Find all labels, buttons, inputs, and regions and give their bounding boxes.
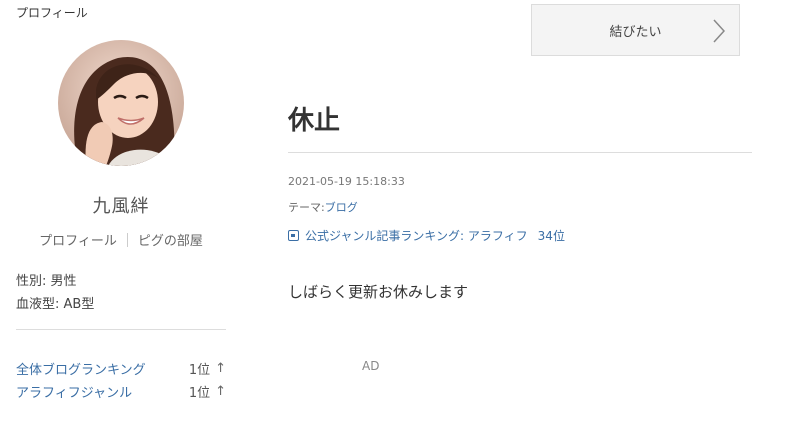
profile-link[interactable]: プロフィール bbox=[39, 230, 117, 249]
ranking-text[interactable]: 公式ジャンル記事ランキング: アラフィフ bbox=[305, 227, 528, 244]
post-theme: テーマ:ブログ bbox=[288, 199, 358, 215]
chevron-right-icon bbox=[713, 19, 726, 47]
follow-button-label: 結びたい bbox=[609, 24, 662, 40]
ranking-value: 1位 ↑ bbox=[189, 382, 226, 401]
ranking-row-overall: 全体ブログランキング 1位 ↑ bbox=[16, 359, 226, 378]
gender-info: 性別: 男性 bbox=[16, 274, 77, 289]
theme-link[interactable]: ブログ bbox=[325, 201, 358, 214]
follow-button[interactable]: 結びたい bbox=[531, 4, 740, 56]
ranking-position: 1位 bbox=[188, 386, 211, 401]
theme-prefix: テーマ: bbox=[288, 201, 325, 214]
profile-section-label: プロフィール bbox=[16, 6, 88, 20]
profile-name: 九風絆 bbox=[92, 196, 150, 217]
ranking-icon bbox=[288, 230, 299, 241]
blood-type-info: 血液型: AB型 bbox=[16, 297, 95, 312]
ranking-position: 1位 bbox=[188, 363, 211, 378]
avatar[interactable] bbox=[58, 40, 184, 166]
ranking-label[interactable]: 全体ブログランキング bbox=[16, 359, 146, 378]
ranking-row-genre: アラフィフジャンル 1位 ↑ bbox=[16, 382, 226, 401]
ranking-value: 1位 ↑ bbox=[189, 359, 226, 378]
ranking-rank: 34位 bbox=[537, 229, 565, 243]
arrow-up-icon: ↑ bbox=[215, 361, 226, 376]
sidebar-divider bbox=[16, 329, 226, 330]
post-date: 2021-05-19 15:18:33 bbox=[288, 175, 405, 188]
title-divider bbox=[288, 152, 752, 153]
post-ranking[interactable]: 公式ジャンル記事ランキング: アラフィフ 34位 bbox=[288, 227, 565, 244]
blog-page: プロフィール 九風絆 プロフィール ピグの部屋 性別: 男性 血液型: AB型 … bbox=[0, 0, 800, 429]
link-separator bbox=[126, 232, 128, 247]
pigg-room-link[interactable]: ピグの部屋 bbox=[138, 230, 203, 249]
post-body: しばらく更新お休みします bbox=[288, 283, 469, 301]
profile-links: プロフィール ピグの部屋 bbox=[16, 230, 226, 249]
ad-label: AD bbox=[362, 359, 380, 373]
arrow-up-icon: ↑ bbox=[215, 384, 226, 399]
post-title: 休止 bbox=[288, 106, 341, 136]
avatar-image bbox=[58, 40, 184, 166]
ranking-label[interactable]: アラフィフジャンル bbox=[16, 382, 132, 401]
